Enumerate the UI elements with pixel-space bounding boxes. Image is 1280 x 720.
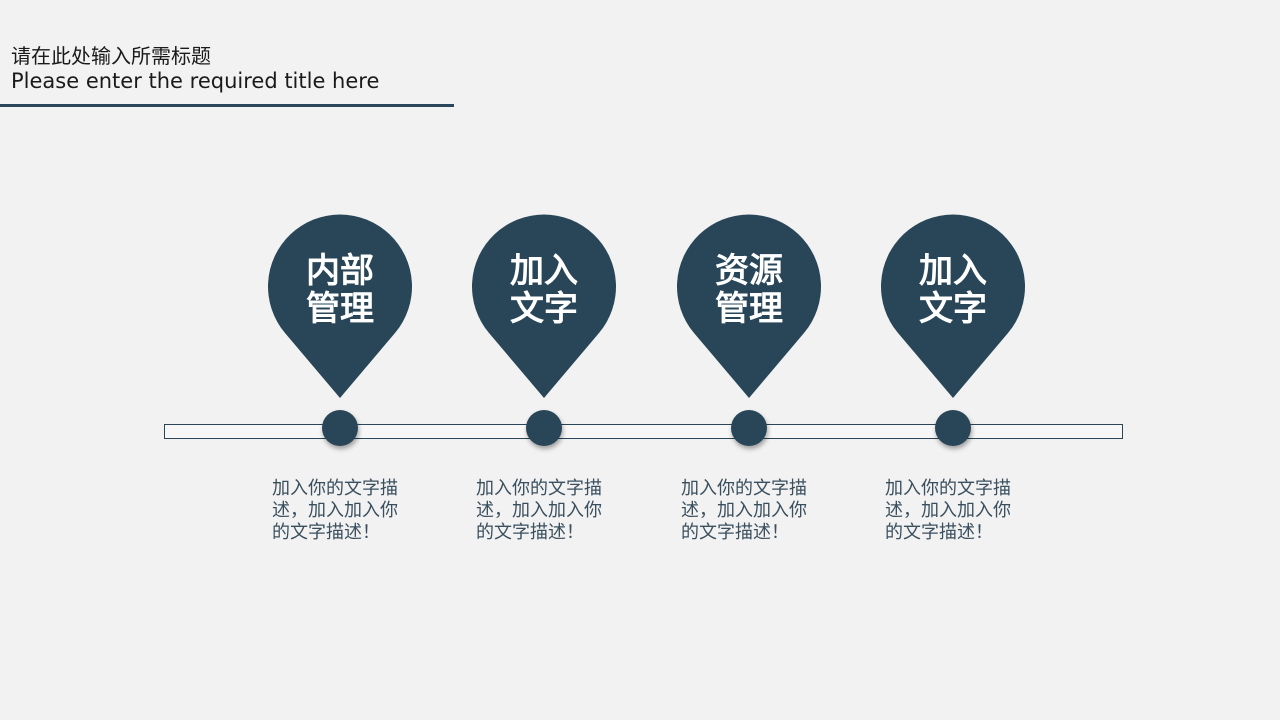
timeline-node [526, 410, 562, 446]
step-title: 加入 文字 [878, 252, 1028, 328]
step-description: 加入你的文字描 述，加入加入你 的文字描述！ [476, 478, 602, 543]
step-title: 加入 文字 [469, 252, 619, 328]
step-title-line-2: 管理 [306, 289, 374, 329]
step-title-line-2: 管理 [715, 289, 783, 329]
timeline-node [322, 410, 358, 446]
step-title-line-1: 加入 [510, 251, 578, 291]
timeline-node [731, 410, 767, 446]
step-title-line-1: 加入 [919, 251, 987, 291]
timeline-step-3: 资源 管理 加入你的文字描 述，加入加入你 的文字描述！ [674, 0, 824, 720]
step-title: 内部 管理 [265, 252, 415, 328]
timeline-node [935, 410, 971, 446]
step-title-line-1: 资源 [715, 251, 783, 291]
step-title: 资源 管理 [674, 252, 824, 328]
step-title-line-1: 内部 [306, 251, 374, 291]
timeline-step-1: 内部 管理 加入你的文字描 述，加入加入你 的文字描述！ [265, 0, 415, 720]
step-description: 加入你的文字描 述，加入加入你 的文字描述！ [885, 478, 1011, 543]
step-title-line-2: 文字 [510, 289, 578, 329]
timeline-step-4: 加入 文字 加入你的文字描 述，加入加入你 的文字描述！ [878, 0, 1028, 720]
step-description: 加入你的文字描 述，加入加入你 的文字描述！ [681, 478, 807, 543]
step-title-line-2: 文字 [919, 289, 987, 329]
step-description: 加入你的文字描 述，加入加入你 的文字描述！ [272, 478, 398, 543]
timeline-step-2: 加入 文字 加入你的文字描 述，加入加入你 的文字描述！ [469, 0, 619, 720]
